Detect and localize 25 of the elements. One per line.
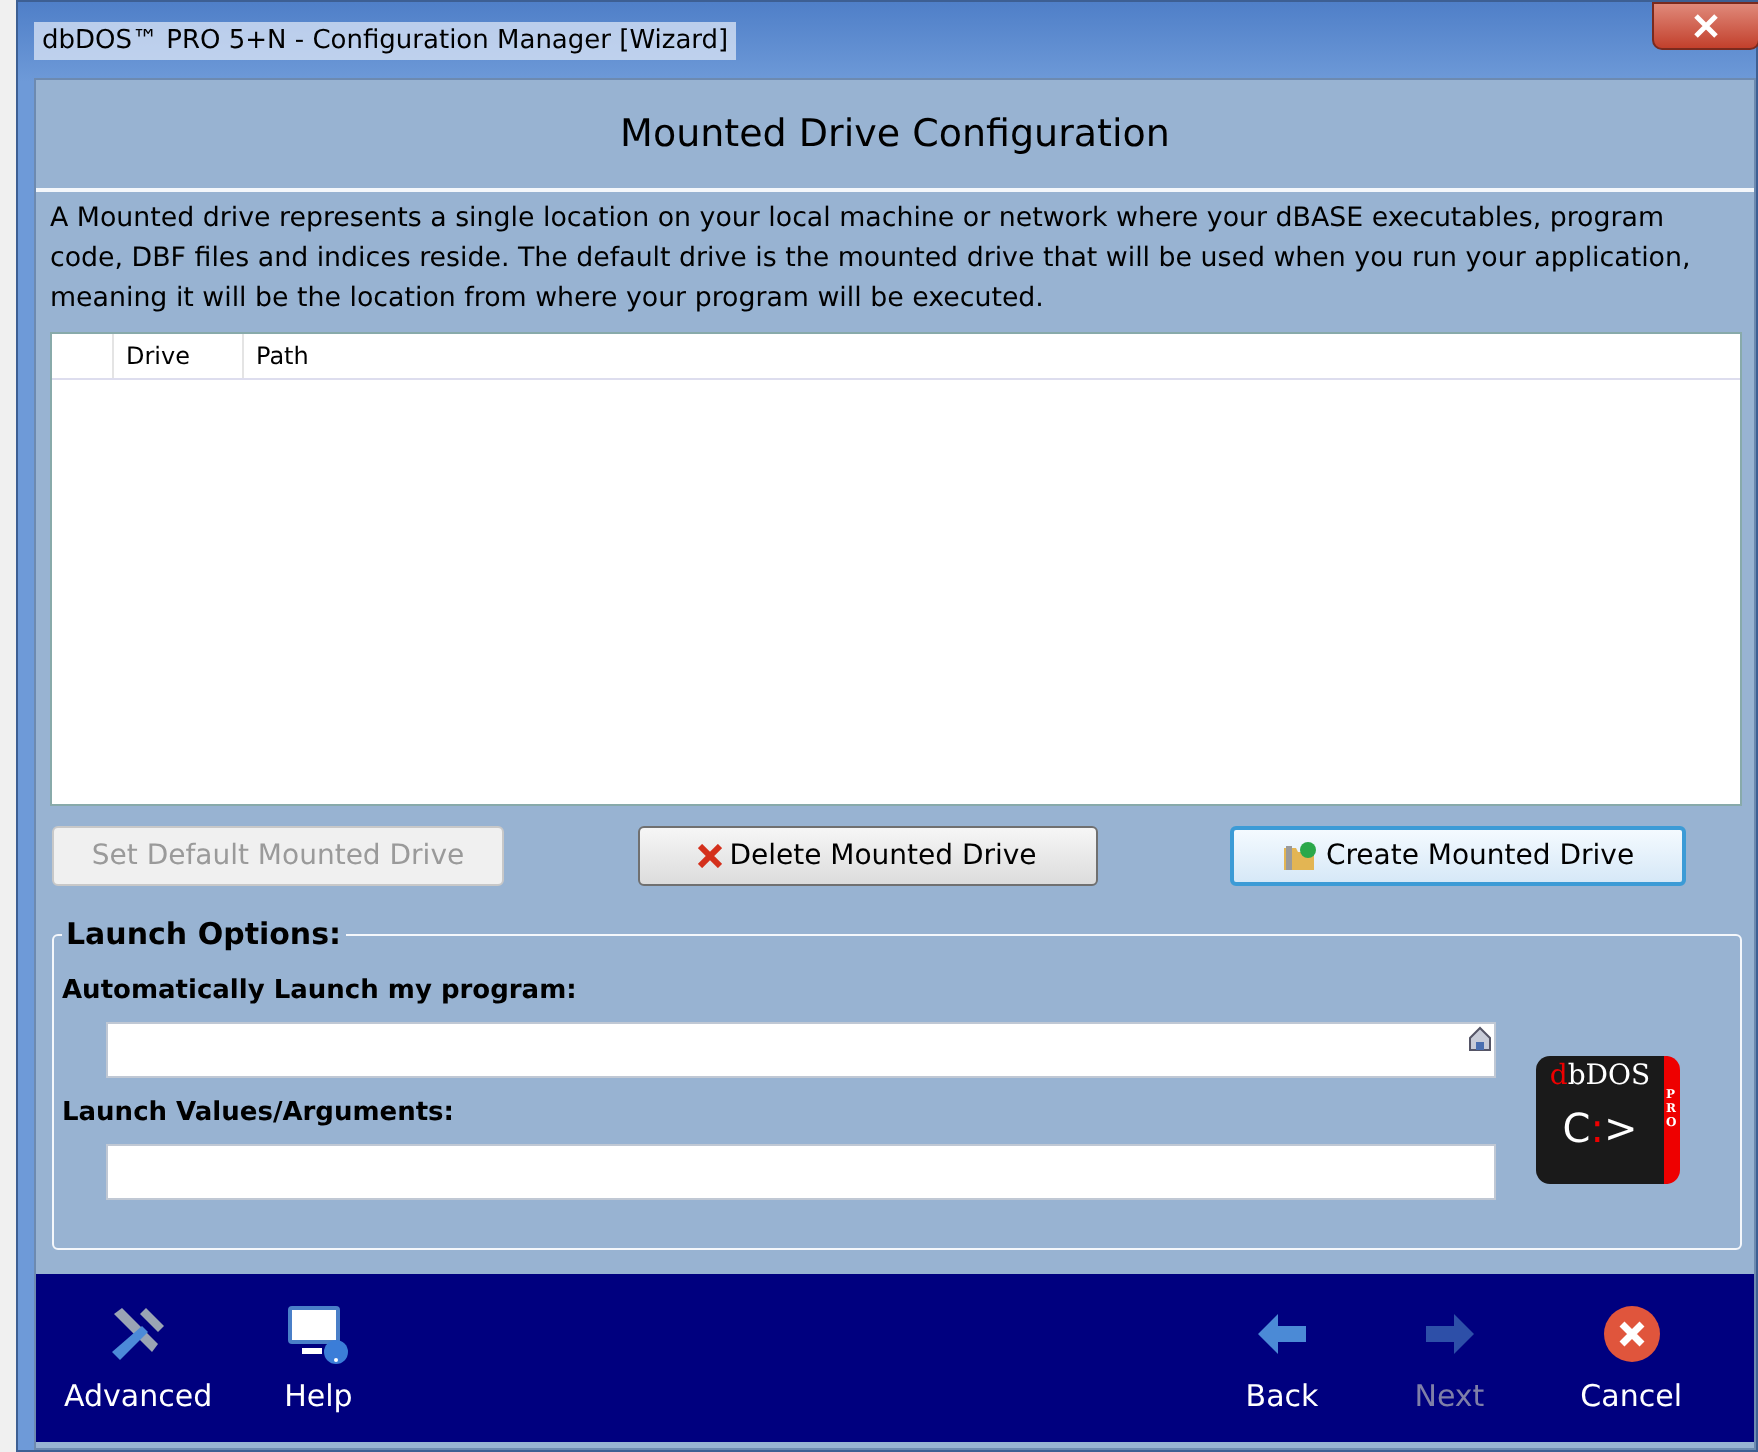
group-title: Launch Options: [62, 916, 346, 952]
cancel-button[interactable]: Cancel [1564, 1302, 1698, 1414]
delete-drive-button[interactable]: Delete Mounted Drive [637, 826, 1097, 886]
browse-icon[interactable] [1466, 1024, 1494, 1052]
create-drive-button[interactable]: Create Mounted Drive [1230, 826, 1686, 886]
field-label: Automatically Launch my program: [62, 976, 579, 1006]
field-label: Launch Values/Arguments: [62, 1098, 456, 1128]
program-field[interactable] [106, 1022, 1496, 1078]
close-icon [1694, 14, 1718, 38]
close-button[interactable] [1652, 2, 1758, 50]
logo-prompt: C:> [1562, 1104, 1638, 1152]
page-heading: Mounted Drive Configuration [620, 112, 1170, 156]
column-header[interactable]: Drive [112, 334, 242, 378]
logo-text: dbDOS [1549, 1060, 1651, 1092]
delete-icon [697, 844, 722, 868]
back-button[interactable]: Back [1229, 1302, 1335, 1414]
advanced-button[interactable]: Advanced [48, 1302, 229, 1414]
cancel-icon [1599, 1302, 1664, 1366]
column-header[interactable]: Path [242, 334, 856, 378]
help-button[interactable]: Help [268, 1302, 369, 1414]
arguments-field[interactable] [106, 1144, 1496, 1200]
window-title: dbDOS™ PRO 5+N - Configuration Manager [Wizard] [34, 21, 737, 59]
help-monitor-icon [286, 1302, 351, 1366]
description-text: A Mounted drive represents a single location on your local machine or network where your dBASE executables, program code, DBF files and indices reside. The default drive is the mounted drive that will be used when you run your application, meaning it will be the location from where your program will be executed. [48, 202, 1693, 318]
folder-icon [1281, 840, 1318, 872]
